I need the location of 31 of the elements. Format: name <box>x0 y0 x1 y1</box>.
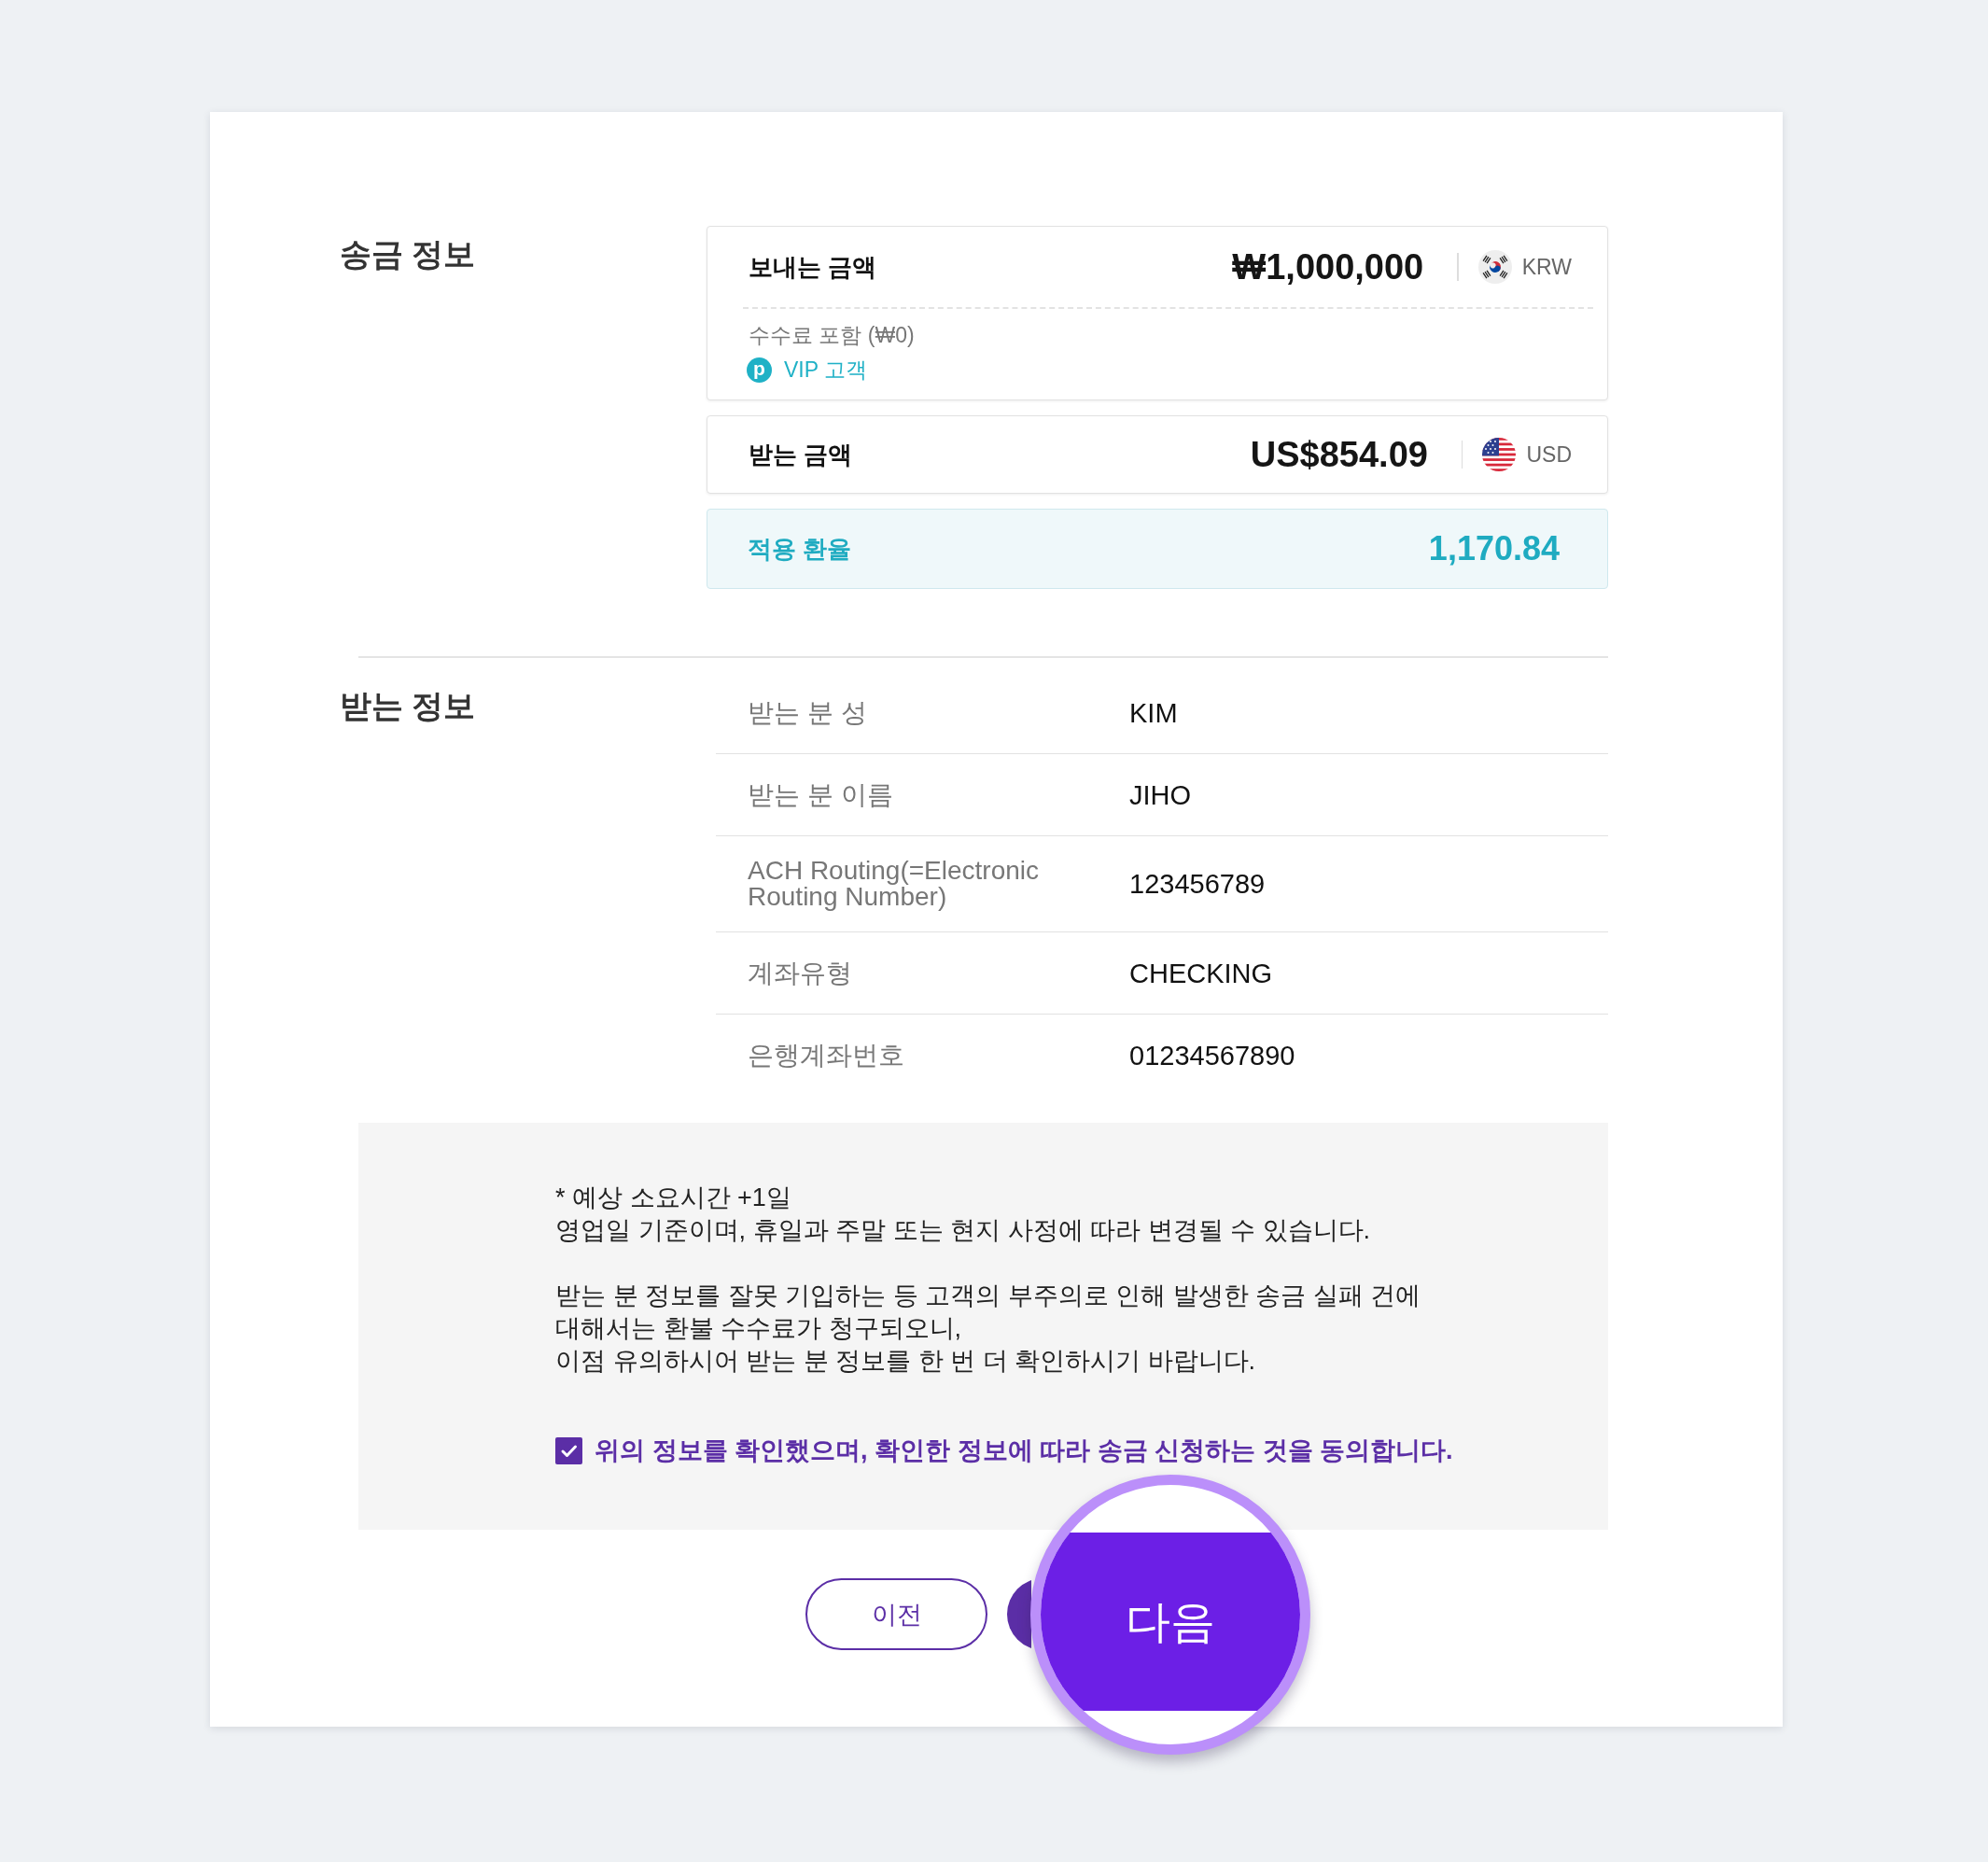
point-badge: p <box>747 357 772 383</box>
section-title: 송금 정보 <box>340 235 476 273</box>
amount-label: 보내는 금액 <box>749 251 877 283</box>
section-title: 받는 정보 <box>340 687 476 725</box>
korea-flag-icon <box>1477 250 1512 284</box>
field-label: 받는 분 이름 <box>748 781 893 808</box>
field-value: JIHO <box>1129 780 1192 809</box>
rate-label: 적용 환율 <box>747 533 851 565</box>
checkbox[interactable] <box>555 1437 582 1464</box>
currency-code: KRW <box>1521 254 1572 280</box>
amount-label: 받는 금액 <box>749 439 853 470</box>
field-label: 받는 분 성 <box>748 699 867 726</box>
rate-value: 1,170.84 <box>1428 529 1560 568</box>
notice-text: * 예상 소요시간 +1일 영업일 기준이며, 휴일과 주말 또는 현지 사정에 따라 변경될 수 있습니다. <box>555 1183 1372 1246</box>
agreement-text: 위의 정보를 확인했으며, 확인한 정보에 따라 송금 신청하는 것을 동의합니다. <box>595 1435 1453 1466</box>
notice-text: 받는 분 정보를 잘못 기입하는 등 고객의 부주의로 인해 발생한 송금 실패 건에 대해서는 환불 수수료가 청구되오니, 이점 유의하시어 받는 분 정보를 한 번 더 확인하시기 바랍니다. <box>555 1281 1422 1377</box>
field-label: 계좌유형 <box>748 959 852 987</box>
currency-code: USD <box>1526 441 1572 468</box>
usa-flag-icon <box>1482 438 1517 471</box>
field-value: 123456789 <box>1129 870 1266 898</box>
field-value: 01234567890 <box>1129 1042 1295 1070</box>
fee-note: 수수료 포함 (₩0) <box>749 322 915 349</box>
amount-value: ₩1,000,000 <box>1232 246 1424 287</box>
amount-value: US$854.09 <box>1250 434 1428 475</box>
next-button[interactable]: 다음 <box>1041 1533 1300 1711</box>
customer-tier-label: VIP 고객 <box>784 356 868 384</box>
field-value: KIM <box>1129 698 1178 727</box>
field-label: ACH Routing(=Electronic Routing Number) <box>748 858 1041 910</box>
field-label: 은행계좌번호 <box>748 1043 904 1069</box>
field-value: CHECKING <box>1129 959 1273 987</box>
previous-button[interactable]: 이전 <box>805 1578 987 1650</box>
